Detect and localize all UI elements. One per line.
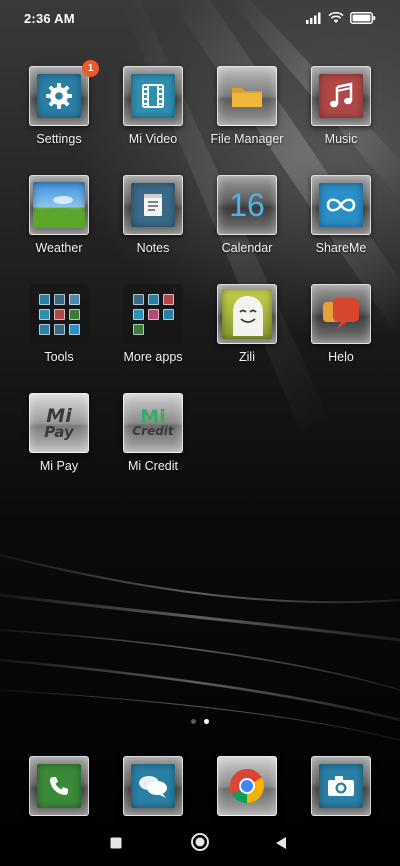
logo-line-2: Credit	[132, 424, 174, 439]
app-tile[interactable]	[311, 175, 371, 235]
app-label: Mi Credit	[127, 459, 178, 473]
app-weather[interactable]: Weather	[12, 175, 106, 284]
wifi-icon	[328, 12, 344, 23]
dock-camera[interactable]	[294, 756, 388, 816]
app-mi-credit[interactable]: Mi Credit Mi Credit	[106, 393, 200, 502]
app-label: Settings	[36, 132, 82, 146]
battery-icon	[350, 12, 376, 24]
gear-icon	[46, 83, 72, 109]
app-tile[interactable]	[29, 66, 89, 126]
chat-bubble-icon	[323, 298, 359, 329]
app-calendar[interactable]: 16 Calendar	[200, 175, 294, 284]
app-tile[interactable]	[311, 284, 371, 344]
app-label: Tools	[44, 350, 74, 364]
film-icon	[142, 84, 164, 108]
app-label: Zili	[239, 350, 255, 364]
app-tile[interactable]	[123, 66, 183, 126]
app-label: Mi Video	[128, 132, 178, 146]
app-tile[interactable]	[29, 756, 89, 816]
dock	[12, 756, 388, 816]
app-label: Calendar	[221, 241, 273, 255]
home-circle-icon	[191, 833, 209, 851]
folder-tools[interactable]: Tools	[12, 284, 106, 393]
app-tile[interactable]	[29, 175, 89, 235]
recents-button[interactable]	[109, 836, 123, 850]
app-tile[interactable]	[123, 756, 183, 816]
app-zili[interactable]: Zili	[200, 284, 294, 393]
app-grid: 1 Settings Mi Video File Manager Music W…	[12, 60, 388, 502]
app-tile[interactable]: Mi Pay	[29, 393, 89, 453]
app-tile[interactable]	[217, 756, 277, 816]
page-dot-active[interactable]	[204, 719, 209, 724]
app-tile[interactable]	[217, 284, 277, 344]
recents-square-icon	[110, 837, 122, 849]
calendar-day: 16	[229, 186, 265, 223]
back-button[interactable]	[274, 835, 288, 851]
mi-pay-logo-icon: Mi Pay	[44, 406, 74, 441]
app-label: Mi Pay	[39, 459, 79, 473]
app-tile[interactable]: Mi Credit	[123, 393, 183, 453]
app-settings[interactable]: 1 Settings	[12, 60, 106, 175]
app-tile[interactable]	[217, 66, 277, 126]
app-label: Helo	[328, 350, 354, 364]
app-tile[interactable]	[311, 756, 371, 816]
app-music[interactable]: Music	[294, 66, 388, 175]
home-button[interactable]	[190, 832, 210, 852]
dock-chrome[interactable]	[200, 756, 294, 816]
landscape-icon	[33, 196, 85, 228]
app-mi-video[interactable]: Mi Video	[106, 66, 200, 175]
logo-line-2: Pay	[44, 422, 74, 441]
folder-icon[interactable]	[29, 284, 89, 344]
folder-icon	[232, 88, 262, 107]
app-notes[interactable]: Notes	[106, 175, 200, 284]
dock-messages[interactable]	[106, 756, 200, 816]
mi-credit-logo-icon: Mi Credit	[132, 408, 174, 439]
signal-icon	[306, 12, 321, 24]
app-tile[interactable]: 16	[217, 175, 277, 235]
page-indicator	[0, 719, 400, 724]
messages-icon	[139, 776, 167, 798]
phone-icon	[50, 777, 68, 795]
camera-icon	[328, 776, 354, 796]
notification-badge: 1	[82, 60, 99, 77]
app-shareme[interactable]: ShareMe	[294, 175, 388, 284]
app-label: Notes	[136, 241, 170, 255]
calendar-icon: 16	[225, 183, 269, 227]
status-time: 2:36 AM	[24, 10, 75, 26]
back-triangle-icon	[276, 837, 286, 849]
app-tile[interactable]	[311, 66, 371, 126]
music-note-icon	[330, 82, 353, 108]
app-label: More apps	[123, 350, 183, 364]
dock-phone[interactable]	[12, 756, 106, 816]
app-label: Music	[324, 132, 358, 146]
app-label: Weather	[35, 241, 83, 255]
chrome-icon	[230, 769, 264, 803]
app-file-manager[interactable]: File Manager	[200, 66, 294, 175]
ghost-face-icon	[233, 296, 263, 336]
app-label: ShareMe	[315, 241, 367, 255]
status-icons	[306, 12, 376, 24]
infinity-icon	[326, 198, 356, 212]
status-bar: 2:36 AM	[0, 0, 400, 36]
folder-icon[interactable]	[123, 284, 183, 344]
page-dot[interactable]	[191, 719, 196, 724]
navigation-bar	[0, 826, 400, 858]
app-helo[interactable]: Helo	[294, 284, 388, 393]
notepad-icon	[144, 194, 162, 216]
app-label: File Manager	[210, 132, 284, 146]
app-mi-pay[interactable]: Mi Pay Mi Pay	[12, 393, 106, 502]
app-tile[interactable]	[123, 175, 183, 235]
folder-more-apps[interactable]: More apps	[106, 284, 200, 393]
